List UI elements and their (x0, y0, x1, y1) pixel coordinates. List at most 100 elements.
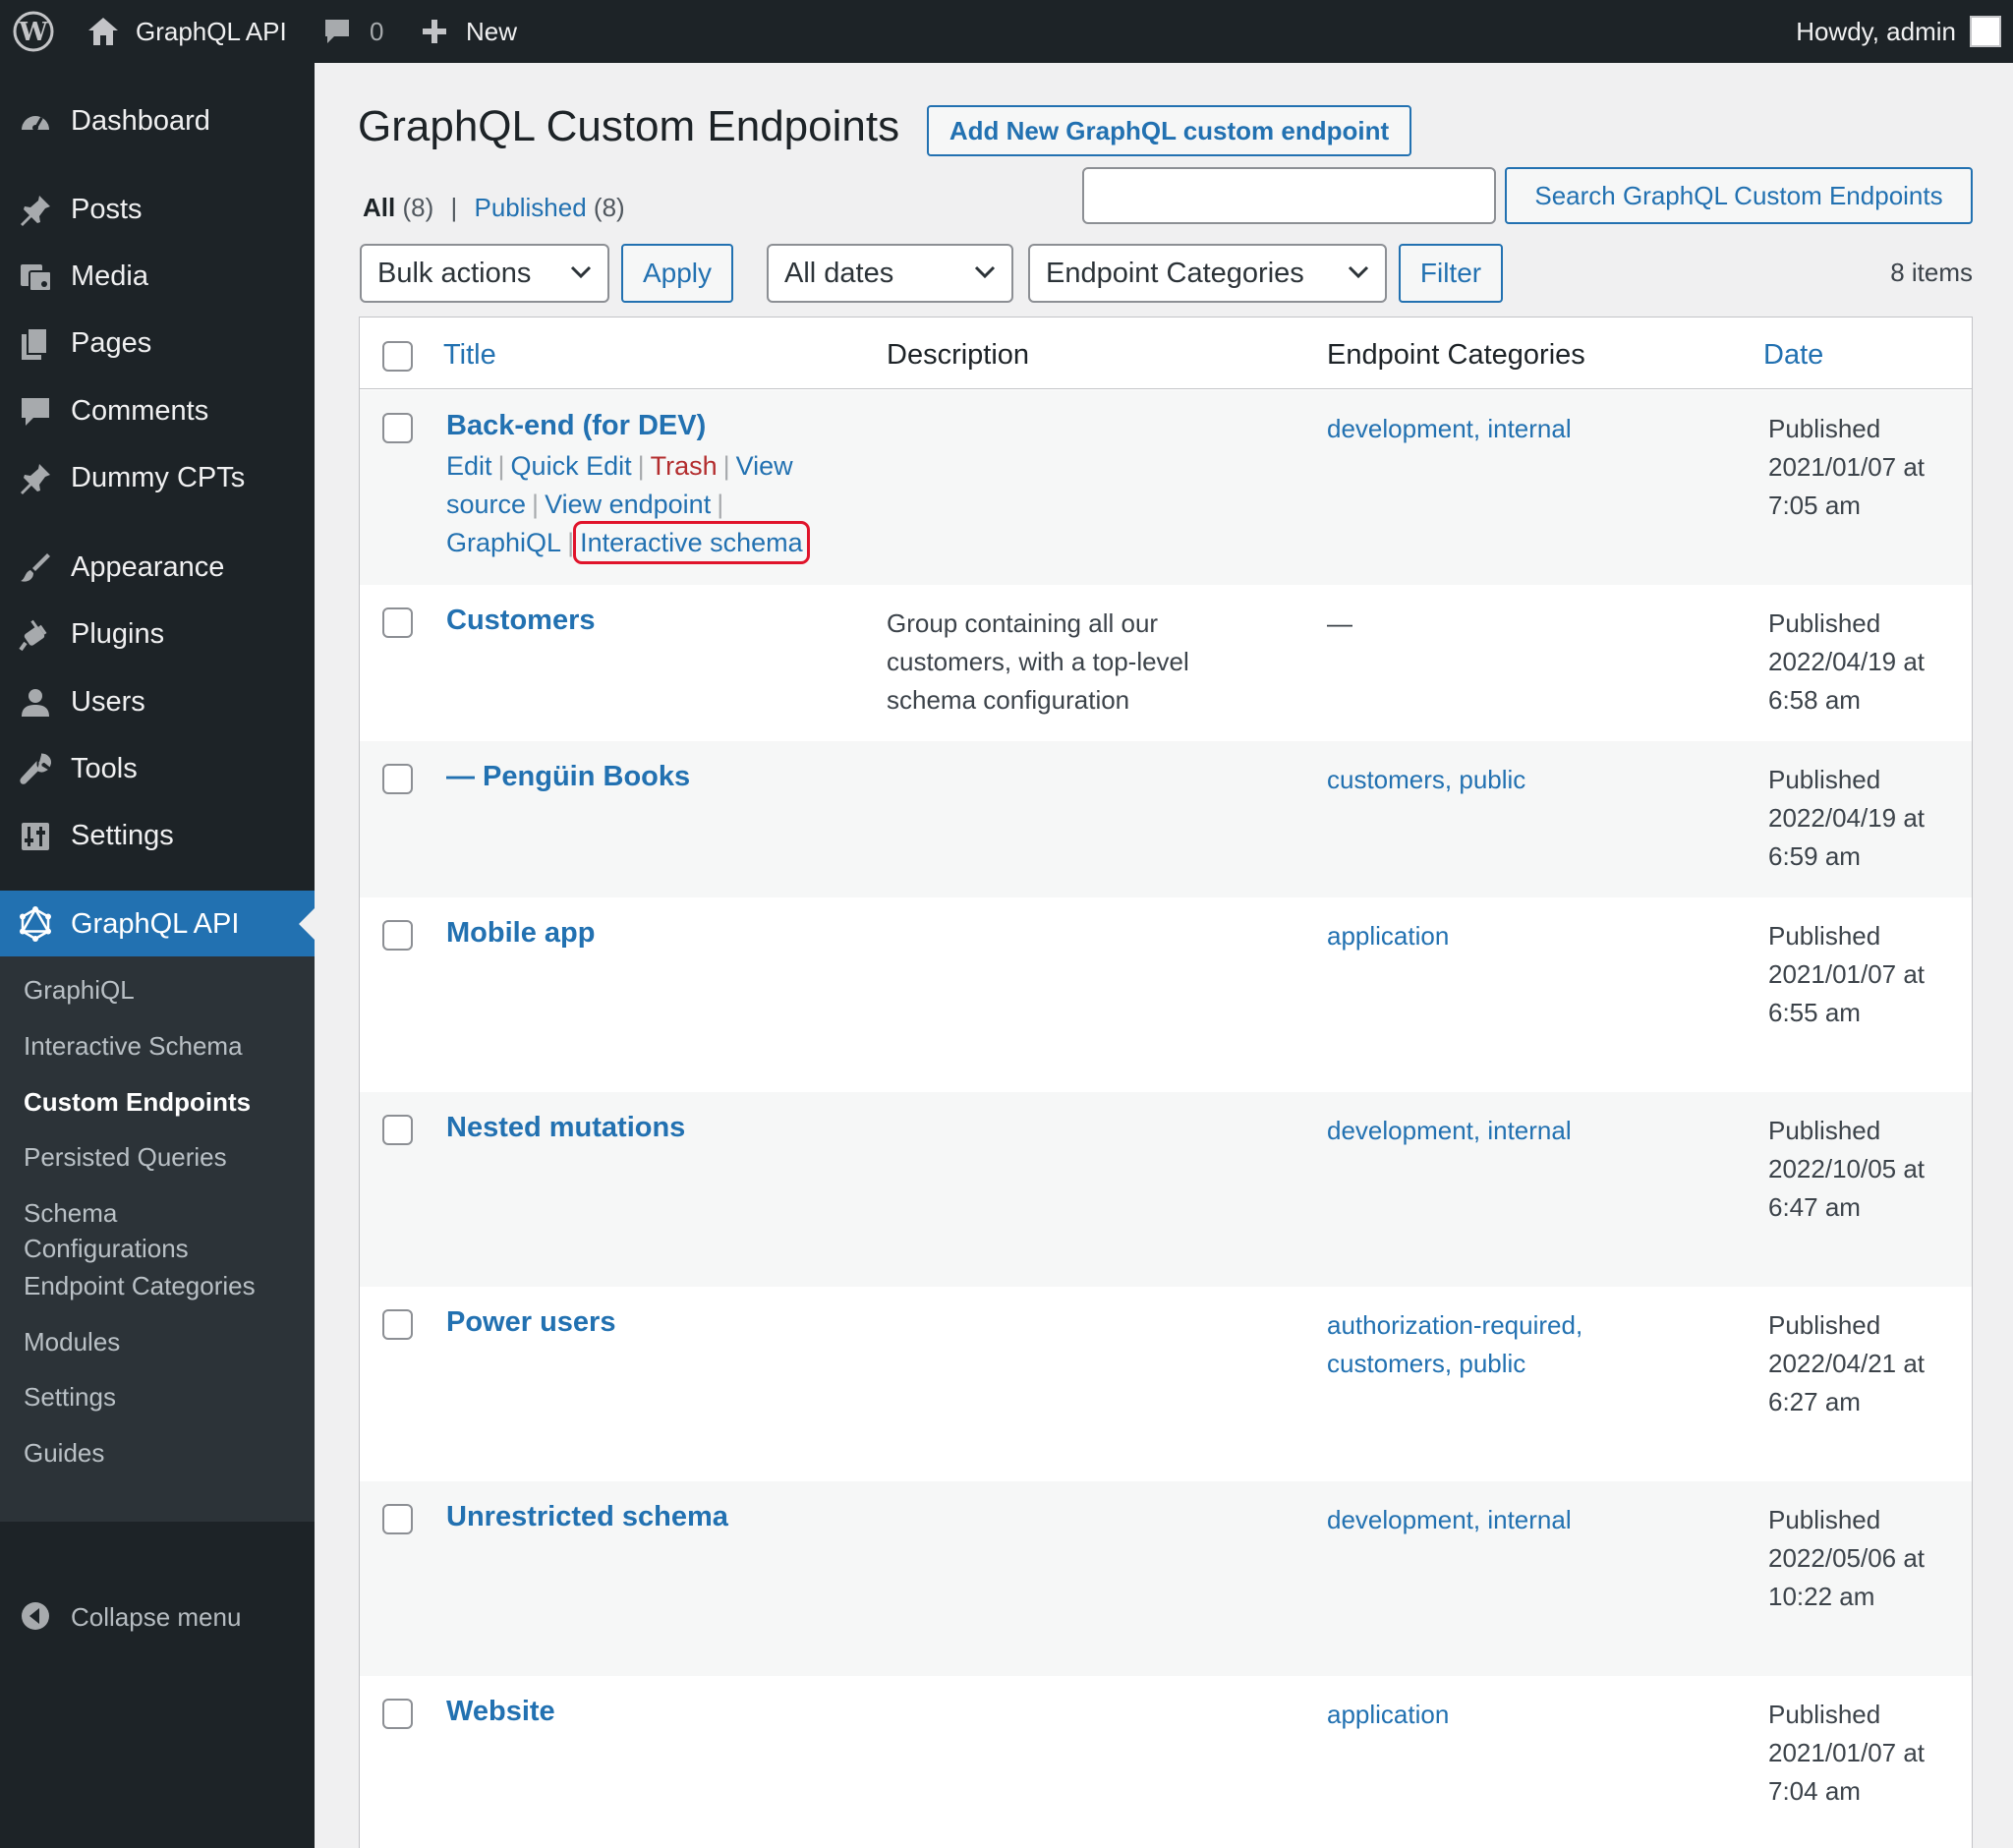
row-checkbox[interactable] (382, 413, 413, 443)
submenu-item-modules[interactable]: Modules (24, 1324, 120, 1359)
wordpress-logo-icon[interactable]: W (12, 0, 55, 63)
date-status: Published (1768, 1116, 1881, 1145)
sidebar-label: Appearance (71, 550, 225, 583)
sidebar-label: Comments (71, 394, 209, 427)
row-categories: development, internal (1327, 1116, 1572, 1145)
filter-button[interactable]: Filter (1399, 244, 1503, 303)
category-link[interactable]: customers (1327, 765, 1445, 794)
category-link[interactable]: development (1327, 414, 1473, 443)
sidebar-item-users[interactable]: Users (0, 673, 315, 730)
category-link[interactable]: internal (1487, 414, 1571, 443)
collapse-menu-button[interactable]: Collapse menu (0, 1588, 315, 1644)
view-source-link[interactable]: View (736, 451, 793, 481)
category-link[interactable]: authorization-required (1327, 1310, 1576, 1340)
row-checkbox[interactable] (382, 607, 413, 638)
row-title-link[interactable]: — Pengüin Books (446, 761, 690, 793)
table-row: Mobile app application Published 2021/01… (360, 897, 1972, 1092)
select-all-checkbox[interactable] (382, 341, 413, 372)
sidebar-item-media[interactable]: Media (0, 248, 315, 305)
row-categories: customers, public (1327, 765, 1526, 794)
sidebar-item-pages[interactable]: Pages (0, 315, 315, 372)
row-title-link[interactable]: Nested mutations (446, 1112, 685, 1144)
sidebar-item-plugins[interactable]: Plugins (0, 606, 315, 663)
apply-button[interactable]: Apply (621, 244, 733, 303)
search-input[interactable] (1082, 167, 1496, 224)
submenu-item-endpoint-categories[interactable]: Endpoint Categories (24, 1268, 256, 1303)
svg-text:W: W (18, 18, 48, 47)
search-button[interactable]: Search GraphQL Custom Endpoints (1505, 167, 1973, 224)
comments-count: 0 (370, 16, 384, 46)
view-endpoint-link[interactable]: View endpoint (545, 490, 711, 519)
submenu-item-interactive-schema[interactable]: Interactive Schema (24, 1028, 243, 1064)
quick-edit-link[interactable]: Quick Edit (511, 451, 632, 481)
date-status: Published (1768, 414, 1881, 443)
graphql-api-submenu: GraphiQL Interactive Schema Custom Endpo… (0, 956, 315, 1522)
comment-icon (325, 20, 349, 43)
user-account-menu[interactable]: Howdy, admin (1796, 0, 2001, 63)
submenu-item-persisted-queries[interactable]: Persisted Queries (24, 1139, 227, 1175)
category-link[interactable]: internal (1487, 1505, 1571, 1534)
site-home-link[interactable]: GraphQL API (86, 0, 287, 63)
sidebar-item-posts[interactable]: Posts (0, 181, 315, 238)
column-title[interactable]: Title (443, 339, 496, 372)
date-filter-select[interactable]: All dates (767, 244, 1013, 303)
row-checkbox[interactable] (382, 1699, 413, 1729)
row-title-link[interactable]: Mobile app (446, 917, 595, 950)
view-source-link-cont[interactable]: source (446, 490, 526, 519)
view-published-link[interactable]: Published (474, 193, 586, 222)
category-link[interactable]: development (1327, 1505, 1473, 1534)
submenu-item-graphiql[interactable]: GraphiQL (24, 972, 135, 1008)
row-title-link[interactable]: Power users (446, 1306, 615, 1339)
category-link[interactable]: application (1327, 921, 1449, 951)
row-checkbox[interactable] (382, 920, 413, 951)
category-link[interactable]: customers (1327, 1349, 1445, 1378)
category-link[interactable]: application (1327, 1700, 1449, 1729)
column-date[interactable]: Date (1763, 339, 1823, 372)
submenu-item-schema-configurations[interactable]: Schema Configurations (24, 1195, 189, 1266)
comments-link[interactable]: 0 (322, 0, 383, 63)
row-checkbox[interactable] (382, 1504, 413, 1534)
date-time: 7:05 am (1768, 491, 1861, 520)
trash-link[interactable]: Trash (651, 451, 718, 481)
row-title-link[interactable]: Back-end (for DEV) (446, 410, 706, 442)
sidebar-item-dashboard[interactable]: Dashboard (0, 92, 315, 149)
new-content-link[interactable]: New (421, 0, 517, 63)
sidebar-item-tools[interactable]: Tools (0, 740, 315, 797)
row-title-link[interactable]: Unrestricted schema (446, 1501, 728, 1533)
submenu-item-guides[interactable]: Guides (24, 1435, 104, 1471)
row-title-link[interactable]: Website (446, 1696, 555, 1728)
items-count: 8 items (1890, 258, 1973, 287)
category-link[interactable]: public (1459, 1349, 1525, 1378)
view-all-link[interactable]: All (363, 193, 395, 222)
category-link[interactable]: development (1327, 1116, 1473, 1145)
row-checkbox[interactable] (382, 1115, 413, 1145)
sidebar-item-graphql-api[interactable]: GraphQL API (0, 891, 315, 957)
edit-link[interactable]: Edit (446, 451, 492, 481)
graphiql-link[interactable]: GraphiQL (446, 528, 561, 557)
category-link[interactable]: internal (1487, 1116, 1571, 1145)
category-link[interactable]: public (1459, 765, 1525, 794)
interactive-schema-link[interactable]: Interactive schema (573, 521, 810, 564)
sidebar-item-dummy-cpts[interactable]: Dummy CPTs (0, 449, 315, 506)
bulk-actions-select[interactable]: Bulk actions (360, 244, 609, 303)
view-all-count: (8) (402, 193, 434, 222)
submenu-item-custom-endpoints[interactable]: Custom Endpoints (24, 1084, 251, 1120)
chevron-down-icon (570, 265, 592, 279)
table-row: Nested mutations development, internal P… (360, 1092, 1972, 1287)
user-icon (22, 689, 49, 717)
howdy-text: Howdy, admin (1796, 16, 1956, 46)
row-date: Published 2022/05/06 at 10:22 am (1768, 1501, 1965, 1616)
row-checkbox[interactable] (382, 764, 413, 794)
row-description: Group containing all our customers, with… (887, 608, 1189, 715)
date-time: 6:58 am (1768, 685, 1861, 715)
row-title-link[interactable]: Customers (446, 605, 596, 637)
add-new-endpoint-button[interactable]: Add New GraphQL custom endpoint (927, 105, 1411, 156)
sidebar-item-settings[interactable]: Settings (0, 807, 315, 864)
row-checkbox[interactable] (382, 1309, 413, 1340)
sidebar-label: Settings (71, 819, 174, 851)
sidebar-item-comments[interactable]: Comments (0, 382, 315, 439)
submenu-item-settings[interactable]: Settings (24, 1379, 116, 1415)
category-filter-select[interactable]: Endpoint Categories (1028, 244, 1387, 303)
admin-bar: W GraphQL API 0 New Howdy, admin (0, 0, 2013, 63)
sidebar-item-appearance[interactable]: Appearance (0, 539, 315, 596)
